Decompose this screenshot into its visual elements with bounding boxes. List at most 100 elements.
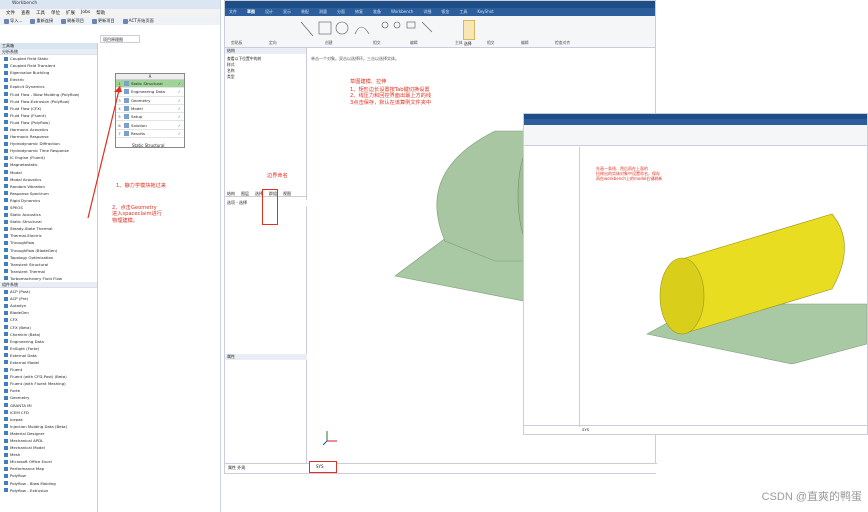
system-cell[interactable]: 2Engineering Data✓ <box>116 88 184 97</box>
ribbon-tab[interactable]: 测量 <box>319 9 327 15</box>
toolbox-item[interactable]: Explicit Dynamics <box>0 83 97 90</box>
menu-item[interactable]: 查看 <box>21 10 30 16</box>
ribbon-tab[interactable]: 设计 <box>265 9 273 15</box>
toolbox-item[interactable]: Topology Optimization <box>0 254 97 261</box>
ribbon-tab[interactable]: 装配 <box>301 9 309 15</box>
toolbox-item[interactable]: Material Designer <box>0 430 97 437</box>
toolbox-item[interactable]: Icepak <box>0 416 97 423</box>
toolbox-item[interactable]: EnSight (Forte) <box>0 345 97 352</box>
toolbox-item[interactable]: Throughflow (BladeGen) <box>0 247 97 254</box>
panel-tab[interactable]: 视图 <box>283 191 291 196</box>
ribbon-tab[interactable]: 修复 <box>355 9 363 15</box>
toolbox-item[interactable]: Fluid Flow-Extrusion (Polyflow) <box>0 98 97 105</box>
toolbox-item[interactable]: SPEOS <box>0 204 97 211</box>
toolbox-item[interactable]: Eigenvalue Buckling <box>0 69 97 76</box>
toolbar-button[interactable]: 重新连接 <box>30 18 53 24</box>
sys-tab[interactable]: SYS <box>309 461 337 473</box>
toolbox-item[interactable]: Fluid Flow (CFX) <box>0 105 97 112</box>
toolbox-item[interactable]: Fluent (with Fluent Meshing) <box>0 380 97 387</box>
toolbox-item[interactable]: Fluid Flow (Polyflow) <box>0 119 97 126</box>
toolbox-item[interactable]: Hydrodynamic Diffraction <box>0 140 97 147</box>
toolbar-button[interactable]: ACT开始页面 <box>122 18 154 24</box>
ribbon-tab[interactable]: Workbench <box>391 9 413 15</box>
toolbox-item[interactable]: Hydrodynamic Time Response <box>0 147 97 154</box>
toolbox-item[interactable]: Steady-State Thermal <box>0 225 97 232</box>
ribbon-tab[interactable]: 钣金 <box>441 9 449 15</box>
toolbox-item[interactable]: ICEM CFD <box>0 409 97 416</box>
ribbon-tab[interactable]: 文件 <box>229 9 237 15</box>
ribbon-tab[interactable]: 显示 <box>283 9 291 15</box>
status-properties[interactable]: 属性 <box>228 465 236 470</box>
toolbox-item[interactable]: ACP (Post) <box>0 288 97 295</box>
status-appearance[interactable]: 外观 <box>237 465 245 470</box>
ribbon-tab[interactable]: 分面 <box>337 9 345 15</box>
toolbox-item[interactable]: CFX (Beta) <box>0 323 97 330</box>
system-cell[interactable]: 1 Static Structural ✓ <box>116 80 184 89</box>
toolbox-item[interactable]: Throughflow <box>0 239 97 246</box>
toolbar-button[interactable]: 更新项目 <box>91 18 115 24</box>
system-cell[interactable]: 5 Setup ✓ <box>116 113 184 122</box>
ribbon-tab[interactable]: KeyShot <box>477 9 493 15</box>
toolbox-item[interactable]: Transient Structural <box>0 261 97 268</box>
system-cell[interactable]: 4 Model ✓ <box>116 105 184 114</box>
toolbox-item[interactable]: Forte <box>0 387 97 394</box>
toolbox-item[interactable]: Coupled Field Transient <box>0 62 97 69</box>
toolbox-item[interactable]: Static Acoustics <box>0 211 97 218</box>
ribbon-tab[interactable]: 准备 <box>373 9 381 15</box>
schematic-tab[interactable]: 项目原理图 <box>100 35 140 43</box>
toolbox-item[interactable]: Harmonic Acoustics <box>0 126 97 133</box>
toolbox-item[interactable]: Fluid Flow - Blow Molding (Polyflow) <box>0 90 97 97</box>
toolbox-item[interactable]: GRANTA MI <box>0 402 97 409</box>
toolbox-item[interactable]: Thermal-Electric <box>0 232 97 239</box>
toolbox-item[interactable]: Response Spectrum <box>0 190 97 197</box>
toolbar-button[interactable]: 导入... <box>4 18 22 24</box>
system-cell[interactable]: 3 Geometry ✓ <box>116 97 184 105</box>
toolbox-item[interactable]: Geometry <box>0 394 97 401</box>
toolbox-item[interactable]: IC Engine (Fluent) <box>0 154 97 161</box>
toolbox-item[interactable]: External Model <box>0 359 97 366</box>
panel-tab[interactable]: 图层 <box>241 191 249 196</box>
toolbox-item[interactable]: Mechanical APDL <box>0 437 97 444</box>
menu-item[interactable]: 扩展 <box>66 10 75 16</box>
toolbox-item[interactable]: Polyflow - Blow Molding <box>0 480 97 487</box>
toolbox-item[interactable]: Polyflow - Extrusion <box>0 487 97 494</box>
toolbox-item[interactable]: Performance Map <box>0 465 97 472</box>
toolbox-item[interactable]: Turbomachinery Fluid Flow <box>0 275 97 282</box>
panel-tab[interactable]: 结构 <box>227 191 235 196</box>
toolbox-item[interactable]: Microsoft Office Excel <box>0 458 97 465</box>
toolbox-item[interactable]: Chemkin (Beta) <box>0 331 97 338</box>
toolbox-item[interactable]: Polyflow <box>0 472 97 479</box>
toolbox-item[interactable]: Fluent (with CFD-Post) (Beta) <box>0 373 97 380</box>
menu-item[interactable]: 帮助 <box>96 10 105 16</box>
menu-item[interactable]: 文件 <box>6 10 15 16</box>
menu-item[interactable]: 工具 <box>36 10 45 16</box>
menu-item[interactable]: Jobs <box>81 10 90 16</box>
toolbox-item[interactable]: Transient Thermal <box>0 268 97 275</box>
toolbox-item[interactable]: Rigid Dynamics <box>0 197 97 204</box>
toolbox-item[interactable]: Electric <box>0 76 97 83</box>
menu-item[interactable]: 单位 <box>51 10 60 16</box>
toolbox-item[interactable]: External Data <box>0 352 97 359</box>
ribbon-tab[interactable]: 草图 <box>247 9 255 15</box>
toolbox-item[interactable]: Injection Molding Data (Beta) <box>0 423 97 430</box>
system-cell[interactable]: 7 Results ✓ <box>116 130 184 139</box>
toolbox-item[interactable]: Harmonic Response <box>0 133 97 140</box>
system-cell[interactable]: 6 Solution ✓ <box>116 121 184 130</box>
toolbox-item[interactable]: Magnetostatic <box>0 161 97 168</box>
toolbar-button[interactable]: 刷新项目 <box>61 18 84 24</box>
ribbon-tab[interactable]: 工具 <box>459 9 467 15</box>
toolbox-item[interactable]: CFX <box>0 316 97 323</box>
toolbox-item[interactable]: Coupled Field Static <box>0 55 97 62</box>
toolbox-item[interactable]: Random Vibration <box>0 183 97 190</box>
toolbox-item[interactable]: BladeGen <box>0 309 97 316</box>
toolbox-item[interactable]: Autodyn <box>0 302 97 309</box>
toolbox-item[interactable]: Modal <box>0 169 97 176</box>
toolbox-item[interactable]: Static Structural <box>0 218 97 225</box>
toolbox-item[interactable]: Mechanical Model <box>0 444 97 451</box>
ribbon-tab[interactable]: 详细 <box>423 9 431 15</box>
toolbox-item[interactable]: Fluent <box>0 366 97 373</box>
toolbox-item[interactable]: Modal Acoustics <box>0 176 97 183</box>
spaceclaim2-sys-tab[interactable]: SYS <box>582 427 589 432</box>
select-button[interactable] <box>463 20 475 40</box>
toolbox-item[interactable]: ACP (Pre) <box>0 295 97 302</box>
